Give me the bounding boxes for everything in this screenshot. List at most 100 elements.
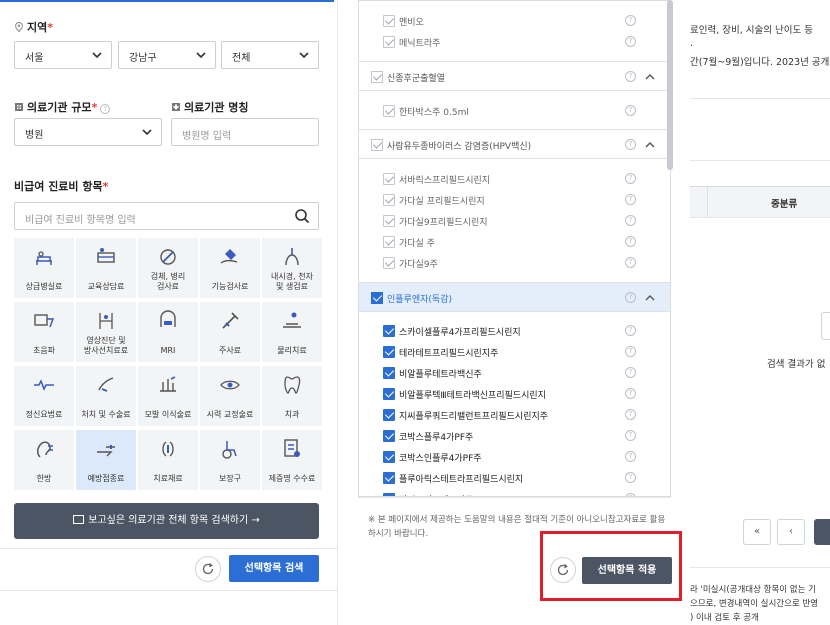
- search-selected-button[interactable]: 선택항목 검색: [229, 555, 319, 582]
- tree-item[interactable]: 스카이셀플루4가프리필드시린지?: [359, 321, 664, 342]
- tree-item[interactable]: 가다실 주?: [359, 232, 664, 253]
- tree-item[interactable]: 가다실9주?: [359, 253, 664, 274]
- category-tile[interactable]: 정신요법료: [14, 366, 74, 426]
- tree-item[interactable]: 코박스인플루4가PF주?: [359, 447, 664, 468]
- help-icon[interactable]: ?: [625, 409, 636, 420]
- sido-select[interactable]: 서울: [14, 41, 112, 69]
- item-checkbox[interactable]: [383, 15, 395, 27]
- item-checkbox[interactable]: [383, 346, 395, 358]
- category-tile[interactable]: 상급병실료: [14, 238, 74, 298]
- help-icon[interactable]: ?: [625, 472, 636, 483]
- tree-item[interactable]: 플루아릭스테트라프리필드시린지?: [359, 468, 664, 489]
- item-checkbox[interactable]: [383, 105, 395, 117]
- category-tile[interactable]: 한방: [14, 430, 74, 490]
- tree-scrollbar[interactable]: [667, 0, 673, 170]
- search-all-items-button[interactable]: 보고싶은 의료기관 전체 항목 검색하기 →: [14, 503, 319, 539]
- help-icon[interactable]: ?: [625, 236, 636, 247]
- tree-item[interactable]: 코박스플루4가PF주?: [359, 426, 664, 447]
- item-checkbox[interactable]: [383, 451, 395, 463]
- item-checkbox[interactable]: [383, 325, 395, 337]
- category-tile[interactable]: 물리치료: [262, 302, 322, 362]
- category-tile[interactable]: 제증명 수수료: [262, 430, 322, 490]
- group-checkbox[interactable]: [371, 139, 383, 151]
- item-label: 비알플루테트라백신주: [399, 370, 482, 380]
- help-icon[interactable]: ?: [625, 215, 636, 226]
- item-checkbox[interactable]: [383, 194, 395, 206]
- tree-item[interactable]: 가다실 프리필드시린지?: [359, 190, 664, 211]
- results-table-header: 중분류: [690, 186, 830, 218]
- tree-item[interactable]: 비알플루테트라백신주?: [359, 363, 664, 384]
- item-checkbox[interactable]: [383, 173, 395, 185]
- item-checkbox[interactable]: [383, 472, 395, 484]
- hospital-name-input[interactable]: 병원명 입력: [171, 118, 319, 146]
- help-icon[interactable]: ?: [100, 104, 111, 114]
- help-icon[interactable]: ?: [625, 139, 636, 150]
- item-checkbox[interactable]: [383, 215, 395, 227]
- help-icon[interactable]: ?: [625, 325, 636, 336]
- help-icon[interactable]: ?: [625, 388, 636, 399]
- category-tile[interactable]: 교육상담료: [76, 238, 136, 298]
- tree-group[interactable]: 신종후군출혈열?: [359, 61, 670, 91]
- tree-item[interactable]: 멘비오?: [359, 11, 664, 32]
- help-icon[interactable]: ?: [625, 105, 636, 116]
- category-tile[interactable]: 내시경, 천자 및 생검료: [262, 238, 322, 298]
- first-page-button[interactable]: «: [743, 519, 771, 545]
- tree-group[interactable]: 인플루엔자(독감)?: [359, 282, 670, 312]
- prev-page-button[interactable]: ‹: [777, 519, 805, 545]
- group-checkbox[interactable]: [371, 71, 383, 83]
- help-icon[interactable]: ?: [625, 367, 636, 378]
- category-label: 주사료: [218, 346, 242, 355]
- reset-button[interactable]: [195, 556, 221, 582]
- help-icon[interactable]: ?: [625, 292, 636, 303]
- tree-item[interactable]: 지씨플루쿼드리밸런트프리필드시린지주?: [359, 405, 664, 426]
- category-tile[interactable]: 시력 교정술료: [200, 366, 260, 426]
- category-tile[interactable]: 보장구: [200, 430, 260, 490]
- item-checkbox[interactable]: [383, 409, 395, 421]
- help-icon[interactable]: ?: [625, 346, 636, 357]
- page-button-partial[interactable]: [814, 519, 830, 545]
- tree-item[interactable]: 메닉트라주?: [359, 32, 664, 53]
- tree-item[interactable]: 가다실9프리필드시린지?: [359, 211, 664, 232]
- item-checkbox[interactable]: [383, 236, 395, 248]
- category-tile[interactable]: 치과: [262, 366, 322, 426]
- help-icon[interactable]: ?: [625, 430, 636, 441]
- tree-group[interactable]: 사람유두종바이러스 감염증(HPV백신)?: [359, 129, 670, 159]
- category-tile[interactable]: 모발 이식술료: [138, 366, 198, 426]
- category-tile[interactable]: 주사료: [200, 302, 260, 362]
- sigungu-select[interactable]: 강남구: [118, 41, 216, 69]
- chevron-up-icon[interactable]: [644, 139, 656, 151]
- tree-item[interactable]: 서바릭스프리필드시린지?: [359, 169, 664, 190]
- item-checkbox[interactable]: [383, 36, 395, 48]
- item-checkbox[interactable]: [383, 430, 395, 442]
- tree-item[interactable]: 박시그리프테트라주?: [359, 489, 664, 496]
- help-icon[interactable]: ?: [625, 71, 636, 82]
- item-checkbox[interactable]: [383, 367, 395, 379]
- help-icon[interactable]: ?: [625, 257, 636, 268]
- category-tile[interactable]: MRI: [138, 302, 198, 362]
- category-tile[interactable]: 예방접종료: [76, 430, 136, 490]
- sido-value: 서울: [25, 53, 44, 64]
- category-tile[interactable]: 처치 및 수술료: [76, 366, 136, 426]
- tree-item[interactable]: 한타박스주 0.5ml?: [359, 101, 664, 122]
- help-icon[interactable]: ?: [625, 173, 636, 184]
- category-tile[interactable]: 영상진단 및 방사선치료료: [76, 302, 136, 362]
- category-tile[interactable]: 치료재료: [138, 430, 198, 490]
- category-tile[interactable]: 초음파: [14, 302, 74, 362]
- chevron-up-icon[interactable]: [644, 71, 656, 83]
- dong-select[interactable]: 전체: [221, 41, 319, 69]
- tree-item[interactable]: 비알플루텍Ⅲ테트라백신프리필드시린지?: [359, 384, 664, 405]
- chevron-up-icon[interactable]: [644, 292, 656, 304]
- item-checkbox[interactable]: [383, 388, 395, 400]
- help-icon[interactable]: ?: [625, 194, 636, 205]
- item-search-input[interactable]: 비급여 진료비 항목명 입력: [14, 202, 319, 230]
- help-icon[interactable]: ?: [625, 36, 636, 47]
- help-icon[interactable]: ?: [625, 451, 636, 462]
- search-icon[interactable]: [294, 208, 310, 224]
- tree-item[interactable]: 테라테트프리필드시린지주?: [359, 342, 664, 363]
- category-tile[interactable]: 기능검사료: [200, 238, 260, 298]
- item-checkbox[interactable]: [383, 257, 395, 269]
- help-icon[interactable]: ?: [625, 15, 636, 26]
- category-tile[interactable]: 검체, 병리 검사료: [138, 238, 198, 298]
- group-checkbox[interactable]: [371, 292, 383, 304]
- scale-select[interactable]: 병원: [14, 118, 162, 146]
